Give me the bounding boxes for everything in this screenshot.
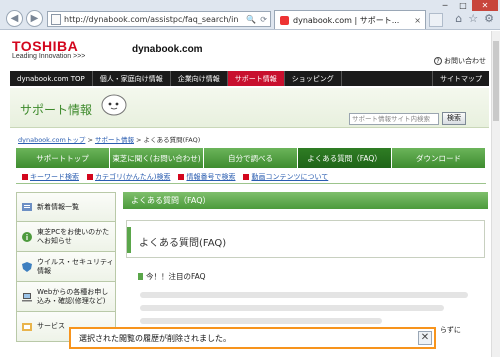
refresh-icon[interactable]: ⟳ (260, 15, 267, 24)
gnav-sitemap[interactable]: サイトマップ (432, 71, 489, 86)
sidebar-item-label: ウイルス・セキュリティ情報 (37, 257, 114, 275)
sidebar-item-label: 東芝PCをお使いのかたへお知らせ (37, 227, 110, 245)
laptop-icon (22, 292, 32, 301)
sidebar-item-security[interactable]: ウイルス・セキュリティ情報 (16, 252, 116, 282)
site-search-button[interactable]: 検索 (442, 112, 466, 125)
subnav-keyword[interactable]: キーワード検索 (22, 172, 79, 182)
subnav-label: 情報番号で検索 (186, 173, 236, 181)
page-title: よくある質問(FAQ) (139, 238, 227, 249)
faq-title-box: よくある質問(FAQ) (126, 220, 485, 258)
subnav-label: カテゴリ(かんたん)検索 (95, 173, 171, 181)
notification-close-icon[interactable]: ✕ (418, 331, 432, 345)
address-bar[interactable]: http://dynabook.com/assistpc/faq_search/… (47, 11, 271, 27)
contact-label: お問い合わせ (444, 57, 486, 65)
breadcrumb-current: よくある質問(FAQ) (143, 136, 201, 144)
bullet-icon (87, 174, 93, 180)
accent-bar (127, 227, 131, 253)
scrollbar-thumb[interactable] (493, 41, 499, 121)
sidebar-item-web-apply[interactable]: Webからの各種お申し込み・確認(修理など) (16, 282, 116, 312)
forward-button[interactable]: ▶ (26, 10, 43, 27)
faq-section-bar: よくある質問（FAQ） (123, 192, 488, 209)
settings-gear-icon[interactable]: ⚙ (484, 12, 494, 25)
sidebar-item-notice[interactable]: 東芝PCをお使いのかたへお知らせ (16, 222, 116, 252)
featured-faq-heading: 今！！注目のFAQ (138, 271, 206, 282)
contact-link[interactable]: ? お問い合わせ (434, 56, 486, 66)
bullet-icon (243, 174, 250, 180)
featured-faq-label: 今！！注目のFAQ (146, 272, 206, 281)
favicon-icon (280, 15, 289, 25)
sidebar-item-label: サービス (37, 322, 65, 330)
sidebar: 新着情報一覧 東芝PCをお使いのかたへお知らせ ウイルス・セキュリティ情報 We… (16, 192, 116, 342)
tab-close-icon[interactable]: × (414, 16, 425, 25)
support-title: サポート情報 (20, 103, 93, 117)
minimize-icon[interactable]: ─ (436, 0, 454, 11)
subnav-category[interactable]: カテゴリ(かんたん)検索 (87, 172, 170, 182)
info-icon (22, 231, 32, 242)
back-icon: ◀ (10, 13, 19, 24)
tab-support-top[interactable]: サポートトップ (16, 148, 110, 168)
tab-title: dynabook.com | サポート... (293, 15, 400, 25)
address-tools: 🔍 ⟳ (246, 15, 270, 24)
blurred-content (140, 292, 485, 332)
tagline: Leading Innovation >>> (12, 53, 86, 60)
favorites-icon[interactable]: ☆ (468, 12, 478, 25)
service-icon (22, 322, 32, 331)
breadcrumb-sep: > (85, 136, 95, 144)
forward-icon: ▶ (30, 13, 39, 24)
blurred-line (140, 305, 444, 311)
home-icon[interactable]: ⌂ (455, 12, 462, 25)
tab-contact[interactable]: 東芝に聞く(お問い合わせ) (110, 148, 204, 168)
breadcrumb-sep: > (133, 136, 144, 144)
gnav-support[interactable]: サポート情報 (227, 71, 285, 86)
gnav-shopping[interactable]: ショッピング (285, 71, 342, 86)
gnav-business[interactable]: 企業向け情報 (171, 71, 228, 86)
news-icon (22, 203, 32, 211)
notification-bar: 選択された閲覧の履歴が削除されました。 ✕ (69, 327, 436, 349)
breadcrumb: dynabook.comトップ > サポート情報 > よくある質問(FAQ) (18, 134, 200, 144)
tab-faq[interactable]: よくある質問（FAQ） (298, 148, 392, 168)
tab-self-search[interactable]: 自分で調べる (204, 148, 298, 168)
faq-subnav: キーワード検索 カテゴリ(かんたん)検索 情報番号で検索 動画コンテンツについて (22, 172, 328, 182)
breadcrumb-home[interactable]: dynabook.comトップ (18, 136, 85, 144)
sidebar-item-label: 新着情報一覧 (37, 202, 79, 211)
browser-toolbar: ⌂ ☆ ⚙ (455, 12, 494, 25)
question-icon: ? (434, 57, 442, 65)
site-search-input[interactable]: サポート情報サイト内検索 (349, 113, 439, 125)
global-nav: dynabook.com TOP 個人・家庭向け情報 企業向け情報 サポート情報… (10, 71, 489, 86)
subnav-info-number[interactable]: 情報番号で検索 (178, 172, 235, 182)
trailing-text: らずに (440, 326, 461, 334)
new-tab-button[interactable] (429, 13, 443, 27)
sidebar-item-news[interactable]: 新着情報一覧 (16, 192, 116, 222)
subnav-video[interactable]: 動画コンテンツについて (243, 172, 328, 182)
browser-chrome: ─ □ ✕ ◀ ▶ http://dynabook.com/assistpc/f… (0, 0, 500, 30)
blurred-line (140, 292, 468, 298)
notification-message: 選択された閲覧の履歴が削除されました。 (79, 333, 231, 343)
search-icon[interactable]: 🔍 (246, 15, 256, 24)
divider (16, 183, 486, 184)
shield-icon (22, 261, 32, 272)
brand-name: dynabook.com (132, 44, 203, 55)
close-icon[interactable]: ✕ (472, 0, 498, 11)
bullet-icon (22, 174, 28, 180)
url-text: http://dynabook.com/assistpc/faq_search/… (64, 14, 239, 24)
sidebar-item-label: Webからの各種お申し込み・確認(修理など) (37, 287, 109, 305)
bullet-icon (178, 174, 185, 180)
page-icon (51, 13, 61, 25)
blurred-line (140, 318, 382, 324)
window-controls: ─ □ ✕ (436, 0, 498, 12)
gnav-top[interactable]: dynabook.com TOP (10, 71, 93, 86)
back-button[interactable]: ◀ (6, 10, 23, 27)
browser-tab[interactable]: dynabook.com | サポート... × (274, 10, 426, 29)
mascot-icon (101, 94, 127, 116)
toshiba-logo[interactable]: TOSHIBA (12, 38, 78, 54)
support-tabs: サポートトップ 東芝に聞く(お問い合わせ) 自分で調べる よくある質問（FAQ）… (16, 148, 486, 168)
subnav-label: 動画コンテンツについて (251, 173, 329, 181)
tab-download[interactable]: ダウンロード (392, 148, 486, 168)
gnav-personal[interactable]: 個人・家庭向け情報 (93, 71, 171, 86)
maximize-icon[interactable]: □ (454, 0, 472, 11)
subnav-label: キーワード検索 (30, 173, 79, 181)
vertical-scrollbar[interactable] (491, 31, 500, 357)
breadcrumb-support[interactable]: サポート情報 (95, 136, 134, 144)
heading-marker-icon (138, 273, 143, 280)
